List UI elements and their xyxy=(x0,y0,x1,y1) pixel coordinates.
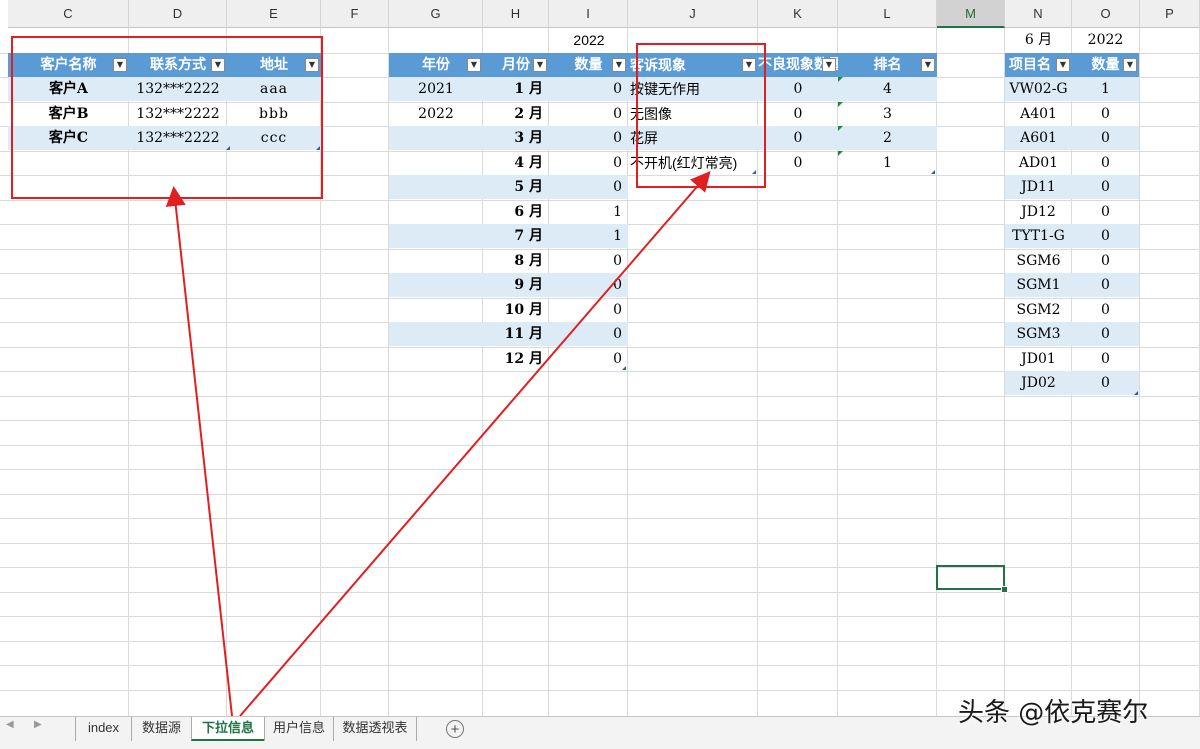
sheet-tab-2[interactable]: 下拉信息 xyxy=(191,717,264,741)
watermark: 头条 @依克赛尔 xyxy=(958,698,1149,728)
scroll-right-icon[interactable]: ▶ xyxy=(34,719,42,730)
annotation-arrows xyxy=(165,170,711,716)
add-sheet-icon[interactable]: + xyxy=(446,720,464,738)
scroll-left-icon[interactable]: ◀ xyxy=(6,719,14,730)
spreadsheet-grid[interactable]: CDEFGHIJKLMNOP 客户名称 ▼ 联系方式 ▼ 地址 ▼ 客户A 132***222… xyxy=(0,0,1200,716)
sheet-tab-1[interactable]: 数据源 xyxy=(131,717,191,741)
arrow-to-complaint-column xyxy=(239,170,711,716)
sheet-tab-4[interactable]: 数据透视表 xyxy=(333,717,417,741)
arrow-to-customer-table xyxy=(165,186,233,716)
sheet-tab-3[interactable]: 用户信息 xyxy=(264,717,333,741)
sheet-tab-0[interactable]: index xyxy=(75,717,131,741)
